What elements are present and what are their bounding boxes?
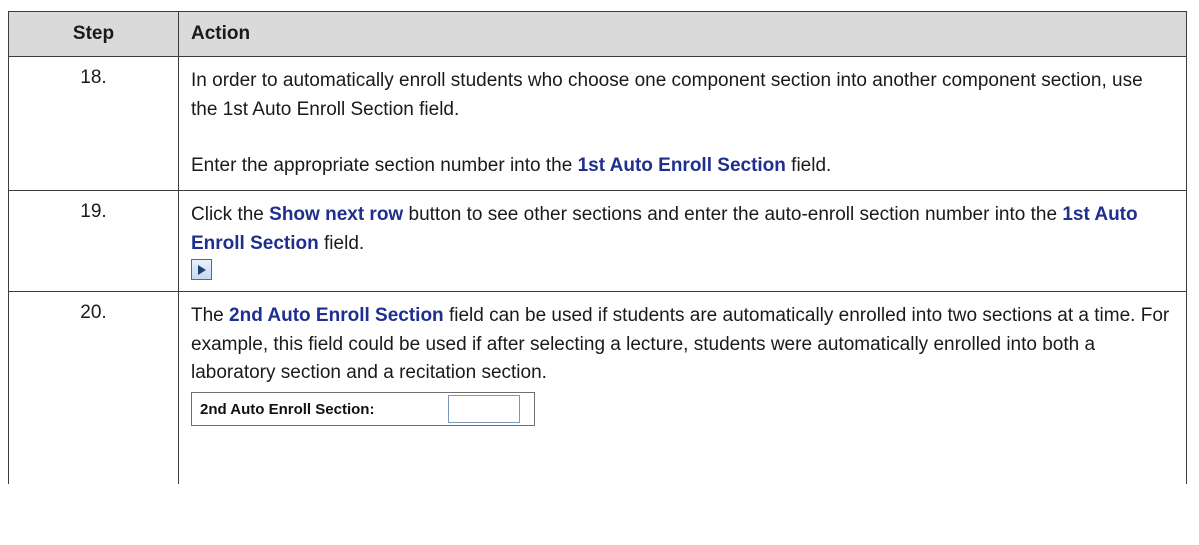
step-number: 18. [8, 56, 179, 191]
table-row: 19. Click the Show next row button to se… [8, 190, 1187, 292]
auto-enroll-label: 2nd Auto Enroll Section: [200, 400, 375, 418]
show-next-row-arrow-icon[interactable] [191, 259, 212, 280]
step-header: Step [8, 11, 179, 57]
button-name: Show next row [269, 204, 404, 225]
action-cell: In order to automatically enroll student… [178, 56, 1187, 191]
step-number: 19. [8, 190, 179, 292]
field-name: 1st Auto Enroll Section [577, 155, 786, 176]
action-cell: The 2nd Auto Enroll Section field can be… [178, 291, 1187, 484]
field-name: 2nd Auto Enroll Section [229, 305, 444, 326]
action-cell: Click the Show next row button to see ot… [178, 190, 1187, 292]
instruction-text: The 2nd Auto Enroll Section field can be… [191, 305, 1170, 383]
instruction-text: Enter the appropriate section number int… [191, 155, 832, 176]
table-row: 18. In order to automatically enroll stu… [8, 56, 1187, 191]
procedure-table: Step Action 18. In order to automaticall… [8, 11, 1187, 484]
instruction-text: Click the Show next row button to see ot… [191, 204, 1138, 254]
instruction-text: In order to automatically enroll student… [191, 70, 1143, 120]
auto-enroll-input[interactable] [448, 394, 520, 423]
action-header: Action [178, 11, 1187, 57]
table-row: 20. The 2nd Auto Enroll Section field ca… [8, 291, 1187, 484]
auto-enroll-screenshot: 2nd Auto Enroll Section: [191, 391, 535, 426]
header-row: Step Action [8, 11, 1187, 57]
step-number: 20. [8, 291, 179, 484]
